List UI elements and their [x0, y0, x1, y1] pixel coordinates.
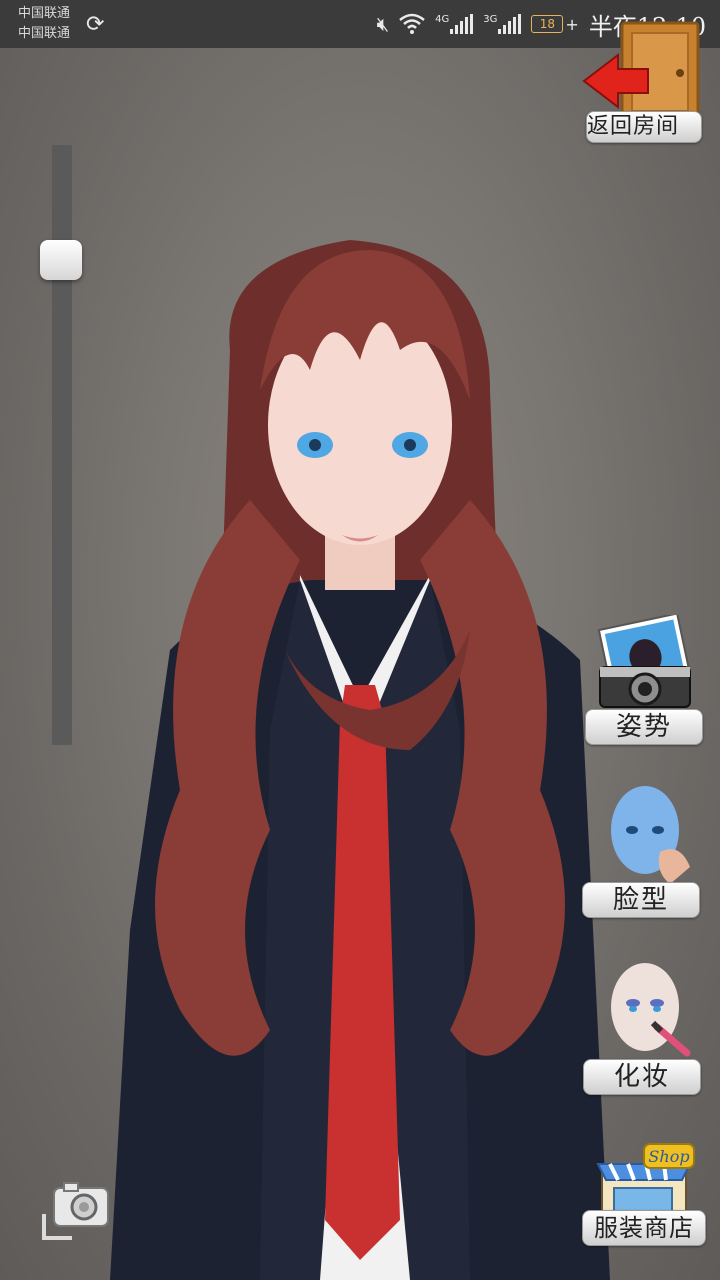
signal-icon-2 — [498, 14, 522, 34]
carrier-label-1: 中国联通 — [18, 6, 71, 21]
signal-icon-1 — [450, 14, 474, 34]
pose-button[interactable]: 姿势 — [585, 615, 705, 745]
back-to-room-label: 返回房间 — [586, 111, 702, 143]
clothing-shop-button[interactable]: Shop 服装商店 — [582, 1140, 706, 1250]
makeup-button[interactable]: 化妆 — [583, 957, 703, 1095]
makeup-label: 化妆 — [583, 1059, 701, 1095]
wifi-icon — [399, 13, 425, 34]
zoom-slider-handle[interactable] — [40, 240, 82, 280]
face-shape-icon — [611, 786, 690, 884]
network-type-2: 3G — [483, 14, 498, 25]
clothing-shop-label: 服装商店 — [582, 1210, 706, 1246]
charging-icon: + — [565, 14, 579, 34]
pose-label: 姿势 — [585, 709, 703, 745]
camera-icon — [42, 1182, 109, 1240]
makeup-icon — [611, 963, 691, 1057]
network-type-1: 4G — [435, 14, 450, 25]
battery-icon: 18 — [531, 15, 564, 33]
face-shape-label: 脸型 — [582, 882, 700, 918]
screenshot-button[interactable] — [42, 1180, 112, 1242]
zoom-slider[interactable] — [52, 145, 72, 745]
door-icon — [582, 21, 700, 121]
mute-icon: 🔇︎ — [376, 12, 390, 36]
carrier-label-2: 中国联通 — [18, 26, 71, 41]
sync-icon: ⟳ — [86, 12, 105, 37]
shop-icon: Shop — [596, 1143, 695, 1217]
character-model[interactable] — [110, 230, 610, 1280]
face-shape-button[interactable]: 脸型 — [580, 782, 700, 918]
shop-sign: Shop — [648, 1147, 689, 1166]
camera-photo-icon — [597, 615, 691, 708]
back-to-room-button[interactable]: 返回房间 — [582, 15, 704, 145]
carrier-info: 中国联通 中国联通 — [18, 4, 70, 44]
